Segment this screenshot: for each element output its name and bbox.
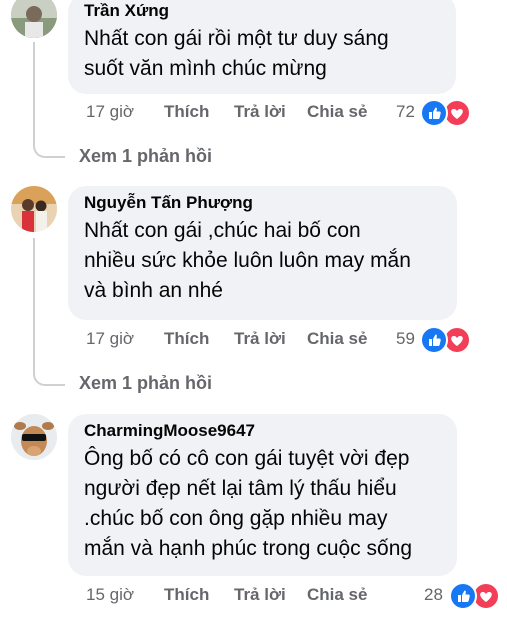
avatar[interactable] [11,0,57,38]
comment-time[interactable]: 17 giờ [86,327,134,351]
thread-line [33,238,35,370]
comment-author[interactable]: CharmingMoose9647 [84,420,441,442]
avatar[interactable] [11,186,57,232]
comment-bubble: Nguyễn Tấn Phượng Nhất con gái ,chúc hai… [68,186,457,320]
like-button[interactable]: Thích [164,100,209,124]
like-reaction-icon [420,326,448,354]
avatar[interactable] [11,414,57,460]
reaction-count[interactable]: 28 [424,583,443,607]
reaction-count[interactable]: 59 [396,327,415,351]
share-button[interactable]: Chia sẻ [307,583,367,607]
view-replies-link[interactable]: Xem 1 phản hồi [79,144,212,168]
thread-line [33,42,35,142]
comment-text: Nhất con gái ,chúc hai bố con nhiều sức … [84,219,411,302]
comment-time[interactable]: 15 giờ [86,583,134,607]
comment-text: Nhất con gái rồi một tư duy sáng suốt vă… [84,27,389,80]
comment-bubble: CharmingMoose9647 Ông bố có cô con gái t… [68,414,457,576]
like-reaction-icon [420,99,448,127]
thread-elbow [33,142,65,158]
like-button[interactable]: Thích [164,583,209,607]
share-button[interactable]: Chia sẻ [307,100,367,124]
reply-button[interactable]: Trả lời [234,327,286,351]
like-button[interactable]: Thích [164,327,209,351]
comment-author[interactable]: Nguyễn Tấn Phượng [84,192,441,214]
reply-button[interactable]: Trả lời [234,100,286,124]
reply-button[interactable]: Trả lời [234,583,286,607]
comment-bubble: Trần Xứng Nhất con gái rồi một tư duy sá… [68,0,456,94]
view-replies-link[interactable]: Xem 1 phản hồi [79,371,212,395]
reaction-count[interactable]: 72 [396,100,415,124]
comment-text: Ông bố có cô con gái tuyệt vời đẹp người… [84,447,413,560]
thread-elbow [33,370,65,386]
like-reaction-icon [449,582,477,610]
share-button[interactable]: Chia sẻ [307,327,367,351]
comment-time[interactable]: 17 giờ [86,100,134,124]
comment-author[interactable]: Trần Xứng [84,0,440,22]
